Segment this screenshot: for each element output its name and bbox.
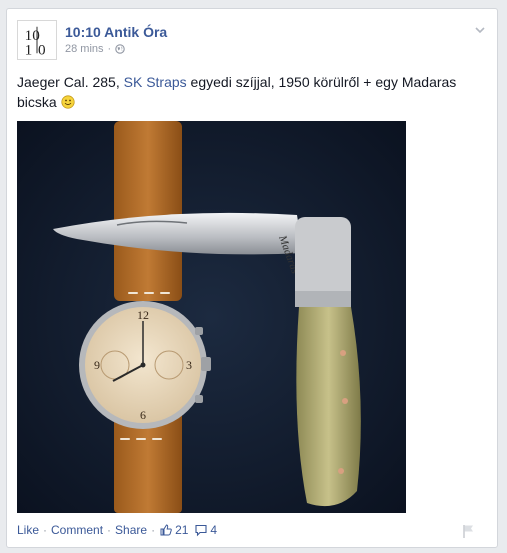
- post-text-part: Jaeger Cal. 285,: [17, 74, 124, 90]
- sk-straps-link[interactable]: SK Straps: [124, 74, 187, 90]
- svg-text:0: 0: [38, 41, 46, 58]
- thumbs-up-icon: [160, 524, 172, 536]
- chevron-down-icon[interactable]: [473, 23, 487, 37]
- svg-text:12: 12: [137, 308, 149, 322]
- comments-count[interactable]: 4: [194, 523, 217, 537]
- svg-text:1: 1: [25, 41, 33, 58]
- post-photo[interactable]: 12 6 9 3 Madaras: [17, 121, 406, 513]
- page-logo: 1 0 1 0: [25, 26, 46, 58]
- post-text: Jaeger Cal. 285, SK Straps egyedi szíjja…: [17, 72, 487, 112]
- separator: ·: [107, 523, 112, 537]
- page-name-link[interactable]: 10:10 Antik Óra: [65, 24, 167, 40]
- comments-count-value: 4: [210, 523, 218, 537]
- comment-bubble-icon: [195, 524, 207, 537]
- svg-text:6: 6: [140, 408, 146, 422]
- watch-and-knife-image: 12 6 9 3 Madaras: [17, 121, 406, 513]
- post-timestamp[interactable]: 28 mins: [65, 43, 104, 55]
- likes-count-value: 21: [175, 523, 189, 537]
- smiley-emoji-icon: [60, 95, 75, 109]
- share-link[interactable]: Share: [115, 523, 147, 537]
- like-link[interactable]: Like: [17, 523, 39, 537]
- comment-link[interactable]: Comment: [51, 523, 103, 537]
- separator: ·: [151, 523, 156, 537]
- separator: ·: [43, 523, 48, 537]
- flag-icon[interactable]: [461, 523, 477, 539]
- svg-text:3: 3: [186, 358, 192, 372]
- post-card: 1 0 1 0 10:10 Antik Óra 28 mins · Jaeger…: [6, 8, 498, 548]
- svg-text:9: 9: [94, 358, 100, 372]
- post-actions: Like · Comment · Share · 21 4: [17, 523, 217, 537]
- page-avatar[interactable]: 1 0 1 0: [17, 20, 57, 60]
- post-meta: 28 mins ·: [65, 43, 125, 55]
- likes-count[interactable]: 21: [159, 523, 188, 537]
- globe-icon[interactable]: [115, 44, 125, 54]
